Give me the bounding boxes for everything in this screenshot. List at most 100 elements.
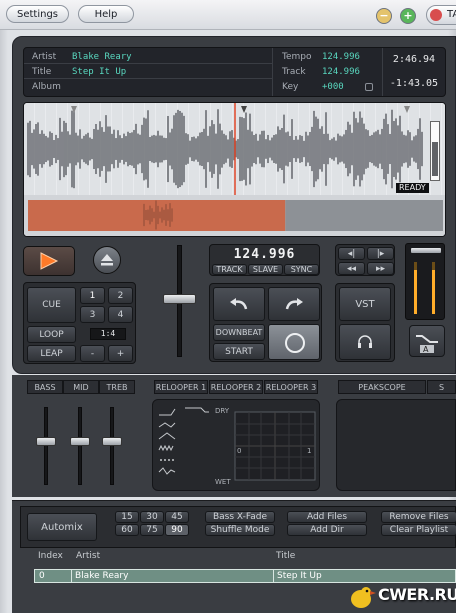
waveform-main[interactable]: READY <box>24 103 445 195</box>
cue-point-1[interactable]: 1 <box>80 287 105 304</box>
nudge-forward-icon: |▸ <box>376 248 385 259</box>
clear-playlist-button[interactable]: Clear Playlist <box>381 524 456 536</box>
leap-plus-button[interactable]: + <box>108 345 133 362</box>
tab-relooper-1[interactable]: RELOOPER 1 <box>154 380 208 394</box>
treb-track <box>110 407 114 485</box>
headphones-button[interactable] <box>339 324 391 360</box>
cue-point-3[interactable]: 3 <box>80 306 105 323</box>
add-dir-label: Add Dir <box>310 525 344 535</box>
mix-time-45-label: 45 <box>171 512 183 522</box>
relooper-3-label: RELOOPER 3 <box>265 382 317 392</box>
tab-scope-2[interactable]: S <box>427 380 456 394</box>
wet-label: WET <box>215 478 231 486</box>
waveform-overview[interactable] <box>24 195 445 236</box>
bass-xfade-button[interactable]: Bass X-Fade <box>205 511 275 523</box>
loop-button[interactable]: LOOP <box>27 326 76 343</box>
treb-slider[interactable] <box>102 437 122 446</box>
mix-time-45[interactable]: 45 <box>165 511 189 523</box>
crossfader-icon: A <box>416 335 438 354</box>
automix-label: Automix <box>41 521 83 533</box>
bpm-panel: 124.996 TRACK SLAVE SYNC <box>209 244 320 276</box>
eject-button[interactable] <box>93 246 121 274</box>
start-label: START <box>225 346 253 357</box>
zoom-slider[interactable] <box>430 121 440 181</box>
playlist-section: Automix 15 30 45 60 75 90 Bass X-Fade Sh… <box>12 500 456 613</box>
tab-relooper-3[interactable]: RELOOPER 3 <box>264 380 318 394</box>
cue-label: CUE <box>42 300 61 310</box>
mix-time-grid: 15 30 45 60 75 90 <box>115 511 191 541</box>
remove-files-button[interactable]: Remove Files <box>381 511 456 523</box>
nudge-back-button[interactable]: ◂| <box>338 247 365 260</box>
start-button[interactable]: START <box>213 343 265 360</box>
mix-time-60[interactable]: 60 <box>115 524 139 536</box>
play-button[interactable] <box>23 246 75 276</box>
crossfader-button[interactable]: A <box>409 325 445 357</box>
mix-time-30[interactable]: 30 <box>140 511 164 523</box>
mix-time-75[interactable]: 75 <box>140 524 164 536</box>
downbeat-button[interactable]: DOWNBEAT <box>213 324 265 341</box>
nudge-forward-button[interactable]: |▸ <box>367 247 394 260</box>
tab-peakscope[interactable]: PEAKSCOPE <box>338 380 426 394</box>
minimize-icon[interactable]: − <box>376 8 392 24</box>
mix-time-75-label: 75 <box>146 525 158 535</box>
track-value: 124.996 <box>322 67 360 77</box>
bass-xfade-label: Bass X-Fade <box>212 512 267 522</box>
undo-button[interactable] <box>213 287 265 321</box>
vu-knob[interactable] <box>411 248 441 253</box>
fast-forward-button[interactable]: ▸▸ <box>367 262 394 275</box>
add-dir-button[interactable]: Add Dir <box>287 524 367 536</box>
tab-relooper-2[interactable]: RELOOPER 2 <box>209 380 263 394</box>
col-artist[interactable]: Artist <box>76 551 100 561</box>
cue-button[interactable]: CUE <box>27 287 76 323</box>
mix-time-90[interactable]: 90 <box>165 524 189 536</box>
lock-icon[interactable] <box>365 83 373 91</box>
track-button-label: TRACK <box>216 265 243 274</box>
marker-icon <box>404 106 410 113</box>
cue-point-2[interactable]: 2 <box>108 287 133 304</box>
waveform-graph <box>27 103 423 195</box>
mix-time-90-label: 90 <box>171 525 183 535</box>
track-label: Track <box>282 67 306 77</box>
cue-point-4[interactable]: 4 <box>108 306 133 323</box>
peakscope-panel <box>336 399 456 491</box>
waveform-panel[interactable]: READY <box>23 102 446 237</box>
artist-value: Blake Reary <box>72 52 132 62</box>
redo-arrow-icon <box>285 298 303 310</box>
tab-button[interactable]: TA <box>426 5 456 25</box>
relooper-graphics <box>157 404 316 482</box>
automix-button[interactable]: Automix <box>27 513 97 541</box>
mix-time-15-label: 15 <box>121 512 133 522</box>
slave-button-label: SLAVE <box>252 265 279 274</box>
vu-right <box>432 262 435 314</box>
leap-button[interactable]: LEAP <box>27 345 76 362</box>
vst-button[interactable]: VST <box>339 287 391 321</box>
leap-minus-button[interactable]: - <box>80 345 105 362</box>
row-index: 0 <box>39 571 45 581</box>
shuffle-mode-button[interactable]: Shuffle Mode <box>205 524 275 536</box>
pitch-fader-knob[interactable] <box>163 294 196 304</box>
rewind-button[interactable]: ◂◂ <box>338 262 365 275</box>
help-button[interactable]: Help <box>78 5 134 23</box>
sync-button[interactable]: SYNC <box>284 264 319 275</box>
clear-playlist-label: Clear Playlist <box>389 525 449 535</box>
add-files-button[interactable]: Add Files <box>287 511 367 523</box>
bass-slider[interactable] <box>36 437 56 446</box>
settings-button[interactable]: Settings <box>6 5 69 23</box>
cue-point-2-label: 2 <box>117 290 124 301</box>
relooper-panel: DRY WET 0 1 <box>152 399 320 491</box>
track-button[interactable]: TRACK <box>212 264 247 275</box>
redo-button[interactable] <box>268 287 320 321</box>
loop-length-display[interactable]: 1:4 <box>90 328 126 340</box>
col-index[interactable]: Index <box>38 551 63 561</box>
maximize-icon[interactable]: + <box>400 8 416 24</box>
treb-label: TREB <box>106 382 128 392</box>
col-title[interactable]: Title <box>276 551 295 561</box>
mix-time-15[interactable]: 15 <box>115 511 139 523</box>
record-button[interactable] <box>268 324 320 360</box>
play-icon <box>40 252 59 270</box>
bird-logo-icon <box>351 587 376 608</box>
playlist-header: Index Artist Title <box>24 549 456 564</box>
mid-slider[interactable] <box>70 437 90 446</box>
slave-button[interactable]: SLAVE <box>248 264 283 275</box>
tempo-label: Tempo <box>282 52 312 62</box>
